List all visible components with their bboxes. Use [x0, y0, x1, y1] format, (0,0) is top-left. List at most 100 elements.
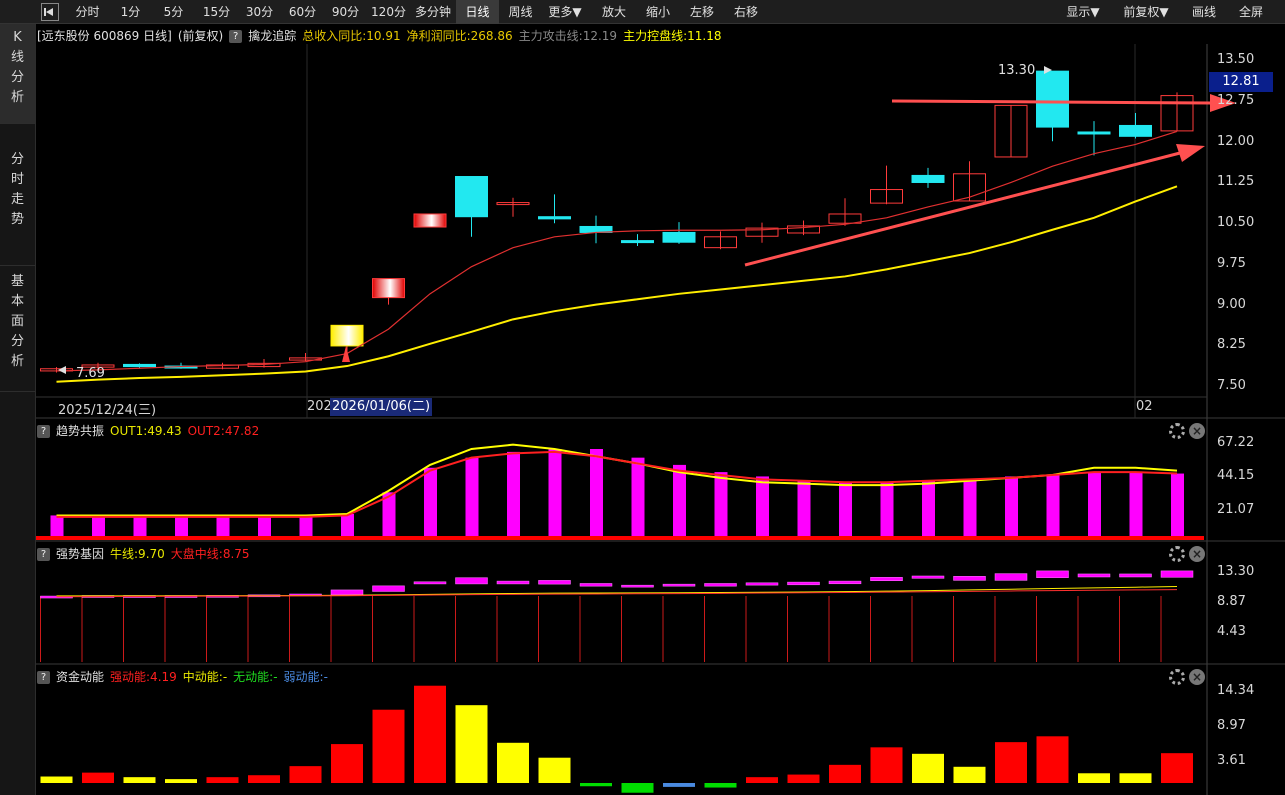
momentum-bar: [165, 779, 197, 783]
attack-line: 主力攻击线:12.19: [518, 29, 618, 43]
candle-body: [1077, 131, 1111, 135]
momentum-bar: [414, 685, 446, 783]
momentum-bar: [1119, 773, 1152, 783]
ma-red-line: [56, 130, 1178, 372]
period-tab[interactable]: 日线: [456, 0, 499, 24]
sidebar-tab[interactable]: K线分析: [0, 24, 35, 124]
sidebar-tab-char: 分: [10, 70, 24, 85]
gene-bar: [745, 582, 779, 586]
sidebar-tab-char: 面: [10, 314, 24, 329]
period-tab[interactable]: 分时: [66, 0, 109, 24]
sidebar-tab-char: 析: [10, 354, 24, 369]
trend-bar: [1005, 476, 1018, 540]
panel3-mid: 中动能:-: [182, 670, 228, 684]
sidebar-tab[interactable]: 分时走势: [0, 146, 35, 266]
gear-icon[interactable]: [1169, 423, 1185, 439]
period-tab[interactable]: 60分: [281, 0, 324, 24]
close-icon[interactable]: ×: [1189, 546, 1205, 562]
momentum-bar: [455, 705, 488, 783]
period-tab[interactable]: 周线: [499, 0, 542, 24]
price-tick-label: 12.00: [1217, 133, 1255, 149]
period-tab[interactable]: 更多▼: [542, 0, 588, 24]
low-price-label: 7.69: [76, 366, 105, 381]
toolbar-action-button[interactable]: 左移: [680, 0, 724, 24]
period-tab[interactable]: 多分钟: [410, 0, 456, 24]
current-price-badge: 12.81: [1209, 72, 1273, 92]
trend-bar: [1046, 475, 1060, 540]
toolbar-action-button[interactable]: 缩小: [636, 0, 680, 24]
momentum-bar: [248, 775, 280, 783]
panel3-strong: 强动能:4.19: [110, 670, 177, 684]
trend-bar: [880, 482, 894, 540]
panel2-title: 强势基因: [56, 547, 105, 561]
momentum-bar: [746, 777, 778, 783]
candle-body: [330, 324, 364, 347]
gear-icon[interactable]: [1169, 669, 1185, 685]
trend-bar: [1088, 472, 1101, 540]
momentum-bar: [580, 783, 612, 787]
toolbar-action-button[interactable]: 放大: [592, 0, 636, 24]
period-tab[interactable]: 5分: [152, 0, 195, 24]
trend-bar: [963, 479, 977, 540]
back-icon[interactable]: [41, 3, 59, 21]
close-icon[interactable]: ×: [1189, 669, 1205, 685]
trend-bar: [590, 449, 603, 540]
date-right: 02: [1136, 399, 1153, 414]
gene-bar: [496, 580, 530, 585]
toolbar-right-button[interactable]: 前复权▼: [1113, 0, 1179, 24]
adjust-label: (前复权): [177, 29, 224, 43]
date-left: 2025/12/24(三): [58, 403, 157, 418]
panel-tick-label: 8.97: [1217, 718, 1246, 734]
panel1-title: 趋势共振: [56, 424, 105, 438]
candle-body: [455, 176, 488, 218]
low-marker-icon: [58, 366, 66, 374]
gene-bar: [455, 577, 488, 585]
candle-body: [538, 216, 571, 220]
sidebar-tab-char: K: [13, 30, 22, 45]
gene-bar: [538, 580, 571, 585]
help-icon[interactable]: ?: [37, 671, 50, 684]
momentum-bar: [621, 783, 654, 793]
period-tab[interactable]: 15分: [195, 0, 238, 24]
trend-bar: [507, 451, 520, 540]
close-icon[interactable]: ×: [1189, 423, 1205, 439]
toolbar-right-button[interactable]: 显示▼: [1057, 0, 1109, 24]
help-icon[interactable]: ?: [37, 425, 50, 438]
candle-body: [662, 231, 696, 243]
trend-bar: [1171, 473, 1184, 540]
candle-body: [1036, 70, 1069, 128]
date-cursor: 2026/01/06(二): [330, 398, 433, 416]
sidebar-tab-char: 分: [10, 152, 24, 167]
momentum-bar: [123, 777, 156, 783]
help-icon[interactable]: ?: [229, 30, 243, 43]
sidebar-tab[interactable]: 基本面分析: [0, 268, 35, 392]
gene-bar: [953, 576, 986, 581]
trend-bar: [797, 480, 811, 540]
panel-tick-label: 13.30: [1217, 563, 1255, 579]
trend-bar: [839, 482, 852, 540]
period-tab[interactable]: 120分: [367, 0, 410, 24]
momentum-bar: [704, 783, 737, 788]
toolbar-right-button[interactable]: 画线: [1182, 0, 1226, 24]
panel-tick-label: 14.34: [1217, 682, 1255, 698]
gene-bar: [621, 584, 654, 588]
gear-icon[interactable]: [1169, 546, 1185, 562]
sidebar-tab-char: 基: [10, 274, 24, 289]
momentum-bar: [912, 753, 944, 783]
trend-bar: [548, 449, 562, 540]
help-icon[interactable]: ?: [37, 548, 50, 561]
momentum-bar: [497, 742, 529, 783]
price-tick-label: 9.75: [1217, 255, 1246, 271]
period-tab[interactable]: 30分: [238, 0, 281, 24]
toolbar-right-button[interactable]: 全屏: [1228, 0, 1274, 24]
toolbar-action-button[interactable]: 右移: [724, 0, 768, 24]
trend-bar: [756, 476, 769, 540]
stock-chart-app: 分时 1分 5分 15分 30分 60分 90分 120分 多分钟 日线 周线 更多▼ 放大 缩小 左移 右移…: [0, 0, 1285, 795]
period-tab[interactable]: 90分: [324, 0, 367, 24]
period-tab[interactable]: 1分: [109, 0, 152, 24]
candle-body: [372, 278, 405, 299]
panel-tick-label: 21.07: [1217, 501, 1255, 517]
sidebar-tab-char: 时: [10, 172, 24, 187]
sidebar-tab-char: 析: [10, 90, 24, 105]
momentum-bar: [372, 709, 405, 783]
